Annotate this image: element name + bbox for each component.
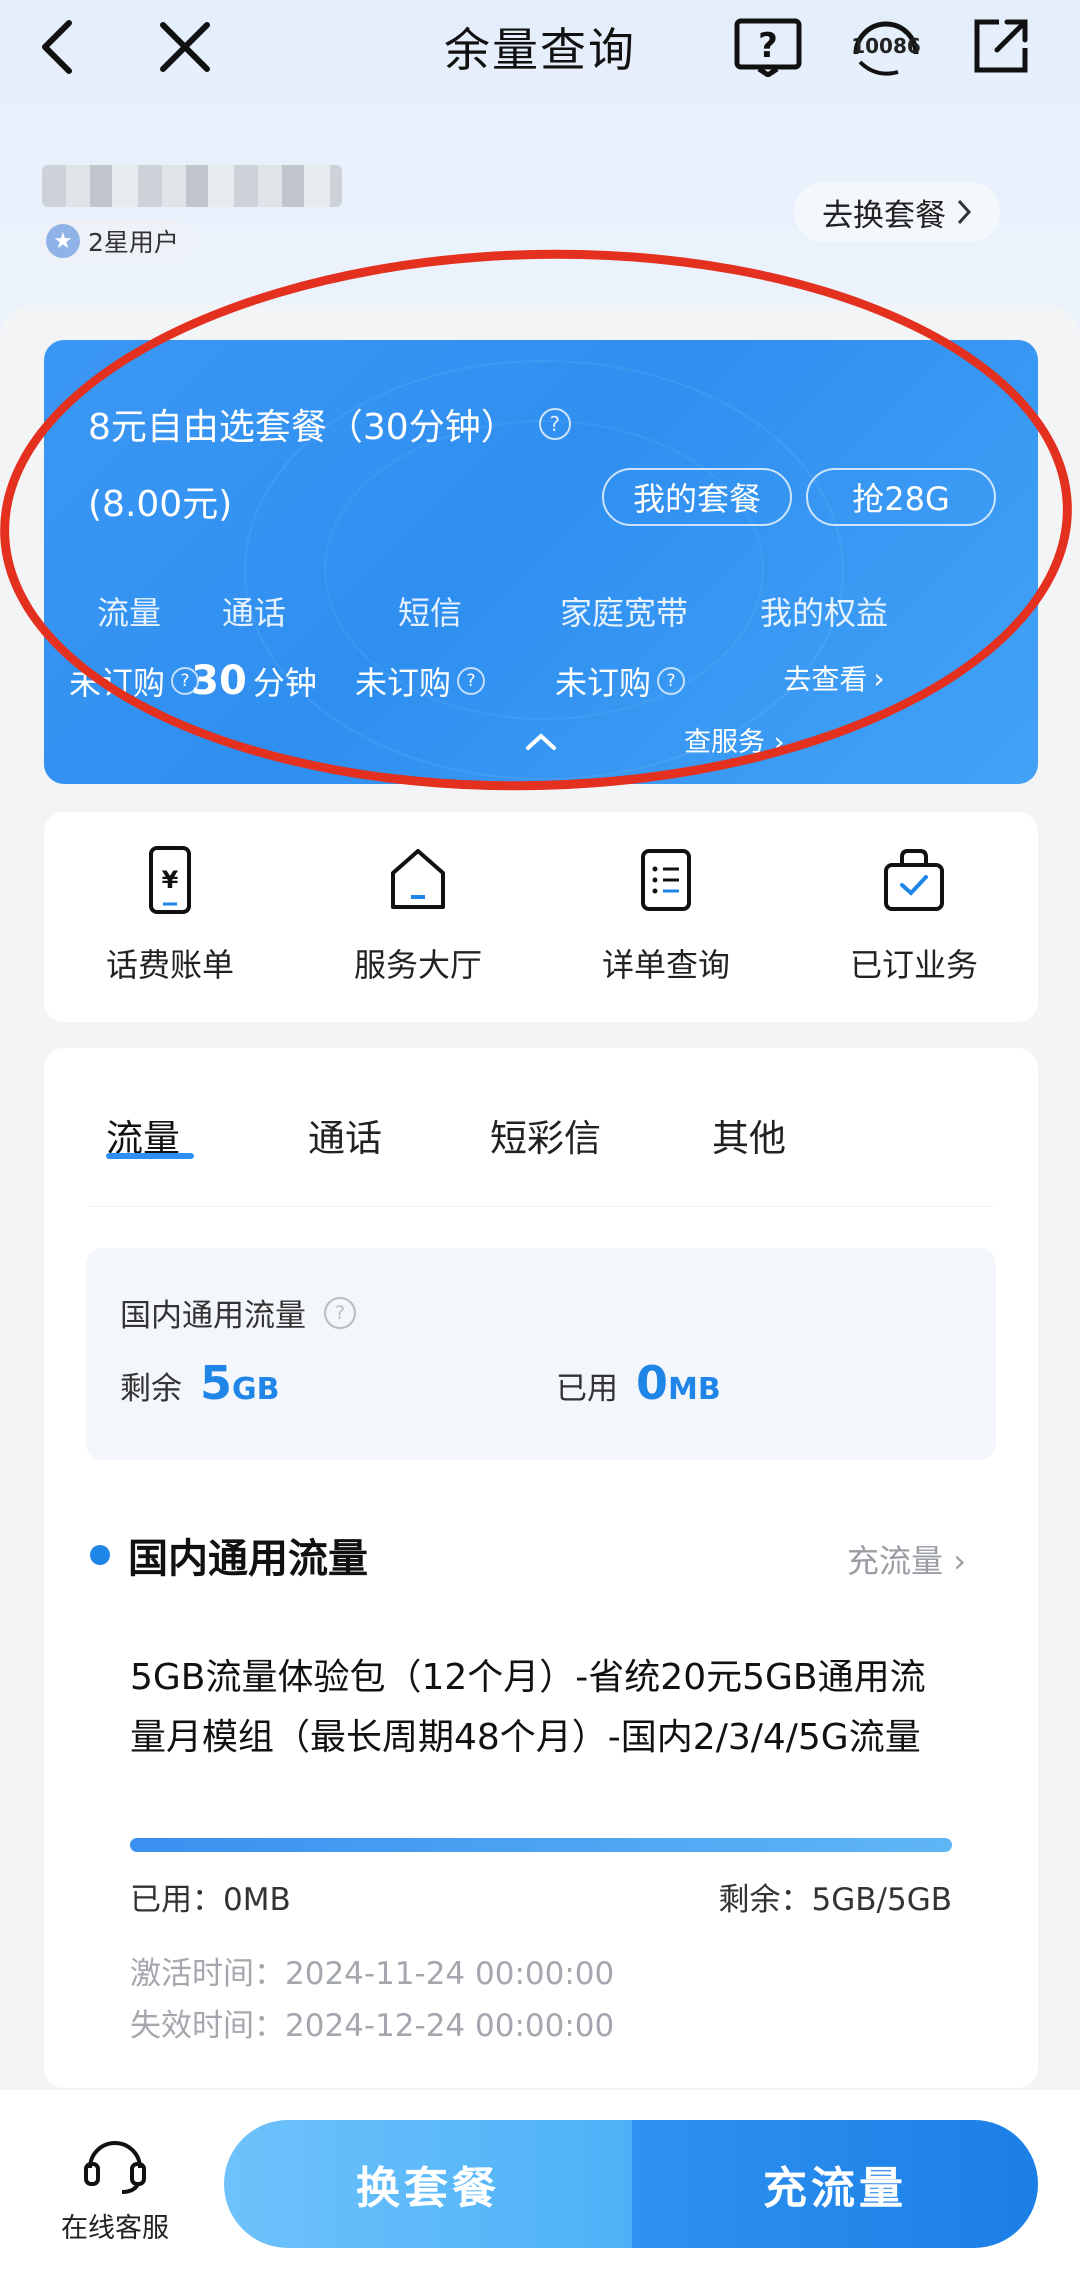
plan-card: 8元自由选套餐（30分钟） ? (8.00元) 我的套餐 抢28G 流量 通话 … <box>44 340 1038 784</box>
summary-remaining: 剩余 5GB <box>120 1356 280 1410</box>
tab-other[interactable]: 其他 <box>712 1108 786 1162</box>
section-title: 国内通用流量 <box>90 1526 368 1584</box>
stat-label-benefits: 我的权益 <box>759 594 888 632</box>
remaining-label: 剩余 <box>120 1371 182 1407</box>
chevron-right-icon: › <box>953 1542 966 1580</box>
stat-value-broadband[interactable]: 未订购? <box>520 658 720 704</box>
user-level-badge: ★ 2星用户 <box>40 220 197 262</box>
stat-label-broadband: 家庭宽带 <box>559 594 688 632</box>
plan-name-text: 8元自由选套餐（30分钟） <box>88 407 517 448</box>
usage-progress-bar <box>130 1838 952 1852</box>
chevron-right-icon: › <box>873 661 885 695</box>
my-plan-button[interactable]: 我的套餐 <box>602 468 792 526</box>
active-tab-indicator <box>106 1153 194 1159</box>
package-name: 5GB流量体验包（12个月）-省统20元5GB通用流量月模组（最长周期48个月）… <box>130 1657 926 1758</box>
bottom-bar: 在线客服 换套餐 充流量 <box>0 2090 1080 2283</box>
grab-28g-button[interactable]: 抢28G <box>806 468 996 526</box>
collapse-button[interactable] <box>524 732 558 756</box>
quick-actions: ¥ 话费账单 服务大厅 详单查询 已订业务 <box>44 812 1038 1022</box>
chevron-right-icon <box>957 199 972 225</box>
quick-action-service-hall[interactable]: 服务大厅 <box>298 840 538 986</box>
bag-check-icon <box>884 849 944 911</box>
usage-summary: 国内通用流量 ? 剩余 5GB 已用 0MB <box>86 1248 996 1460</box>
activation-time: 激活时间：2024-11-24 00:00:00 <box>130 1956 615 1992</box>
user-level-label: 2星用户 <box>88 228 179 257</box>
stat-value-text: 未订购 <box>554 664 651 702</box>
stat-value-sms[interactable]: 未订购? <box>320 658 520 704</box>
phone-bill-icon: ¥ <box>149 846 191 914</box>
online-customer-service[interactable]: 在线客服 <box>30 2130 200 2245</box>
plan-name: 8元自由选套餐（30分钟） ? <box>88 398 571 450</box>
app-header: 余量查询 ? 10086 <box>0 0 1080 95</box>
quick-action-label: 话费账单 <box>105 946 234 984</box>
plan-price: (8.00元) <box>88 484 233 525</box>
hotline-number: 10086 <box>851 34 921 58</box>
service-hotline-button[interactable]: 10086 <box>846 12 926 82</box>
svg-text:¥: ¥ <box>162 866 179 894</box>
bullet-dot <box>90 1545 110 1565</box>
help-circle-icon[interactable]: ? <box>657 667 685 695</box>
question-book-icon: ? <box>734 18 802 77</box>
star-icon: ★ <box>46 224 80 258</box>
quick-action-label: 服务大厅 <box>353 946 482 984</box>
summary-title: 国内通用流量 ? <box>120 1290 356 1335</box>
check-service-link[interactable]: 查服务 › <box>684 720 784 759</box>
quick-action-label: 详单查询 <box>601 946 730 984</box>
stat-label-sms: 短信 <box>397 594 462 632</box>
svg-text:?: ? <box>758 26 778 66</box>
voice-unit: 分钟 <box>252 664 317 702</box>
package-used: 已用：0MB <box>130 1882 291 1918</box>
quick-action-subscribed[interactable]: 已订业务 <box>794 840 1034 986</box>
remaining-unit: GB <box>232 1372 280 1407</box>
blurred-username <box>42 165 342 207</box>
change-plan-button[interactable]: 换套餐 <box>224 2120 632 2248</box>
tab-voice[interactable]: 通话 <box>308 1108 382 1162</box>
list-document-icon <box>641 849 691 911</box>
stat-value-text: 未订购 <box>354 664 451 702</box>
recharge-data-link[interactable]: 充流量 › <box>847 1536 966 1582</box>
recharge-data-button[interactable]: 充流量 <box>632 2120 1038 2248</box>
help-button[interactable]: ? <box>733 12 803 82</box>
recharge-link-label: 充流量 <box>847 1542 944 1580</box>
quick-action-label: 已订业务 <box>849 946 978 984</box>
tab-sms-mms[interactable]: 短彩信 <box>490 1108 601 1162</box>
voice-minutes: 30 <box>191 658 247 704</box>
section-title-text: 国内通用流量 <box>128 1536 368 1582</box>
used-unit: MB <box>668 1372 721 1407</box>
quick-action-detail-list[interactable]: 详单查询 <box>546 840 786 986</box>
chevron-right-icon: › <box>773 727 785 758</box>
help-circle-icon[interactable]: ? <box>538 408 571 440</box>
share-button[interactable] <box>965 12 1035 82</box>
chevron-up-icon <box>526 733 556 750</box>
share-icon <box>974 19 1028 73</box>
change-plan-label: 去换套餐 <box>822 197 946 234</box>
change-plan-link[interactable]: 去换套餐 <box>794 182 1000 242</box>
stat-label-voice: 通话 <box>221 594 286 632</box>
summary-title-text: 国内通用流量 <box>120 1298 306 1334</box>
headset-icon <box>84 2141 146 2194</box>
expiration-time: 失效时间：2024-12-24 00:00:00 <box>130 2008 615 2044</box>
tab-divider <box>88 1206 994 1207</box>
package-remaining: 剩余：5GB/5GB <box>718 1882 952 1918</box>
home-icon <box>391 849 445 909</box>
summary-used: 已用 0MB <box>556 1356 721 1410</box>
check-service-label: 查服务 <box>684 727 765 758</box>
stat-value-text: 去查看 <box>783 663 868 696</box>
help-circle-icon[interactable]: ? <box>324 1296 356 1329</box>
help-circle-icon[interactable]: ? <box>457 667 485 695</box>
remaining-value: 5 <box>200 1356 233 1410</box>
customer-service-label: 在线客服 <box>61 2213 169 2244</box>
usage-card: 流量 通话 短彩信 其他 国内通用流量 ? 剩余 5GB 已用 0MB 国内通用… <box>44 1048 1038 2088</box>
used-value: 0 <box>636 1356 669 1410</box>
used-label: 已用 <box>556 1371 618 1407</box>
stat-value-benefits[interactable]: 去查看 › <box>734 658 934 698</box>
stat-value-text: 未订购 <box>68 664 165 702</box>
quick-action-bill[interactable]: ¥ 话费账单 <box>50 840 290 986</box>
